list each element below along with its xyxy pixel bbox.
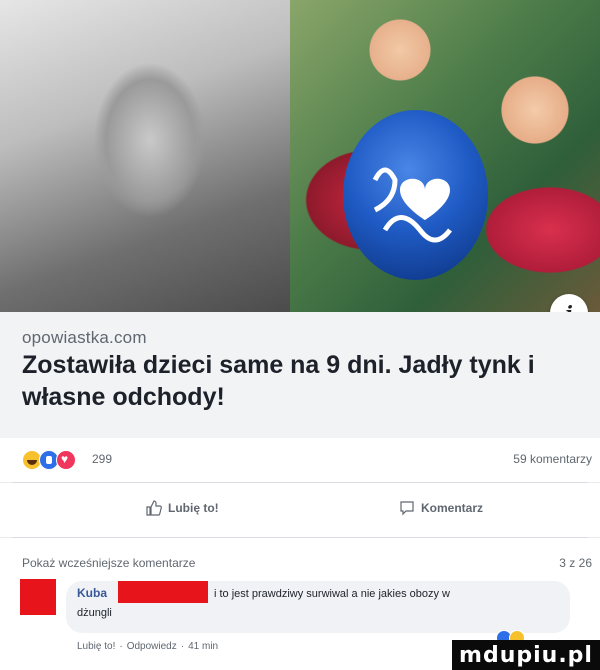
meta-separator: · bbox=[180, 641, 185, 652]
comments-page-count: 3 z 26 bbox=[559, 556, 592, 570]
comment-time[interactable]: 41 min bbox=[188, 641, 218, 652]
reaction-count[interactable]: 299 bbox=[92, 452, 112, 466]
post-headline[interactable]: Zostawiła dzieci same na 9 dni. Jadły ty… bbox=[22, 349, 582, 413]
watermark-logo: mdupiu.pl bbox=[452, 640, 600, 670]
comment-bubble-icon bbox=[400, 501, 414, 516]
balloon-heart-graphic bbox=[372, 167, 452, 243]
comments-count-link[interactable]: 59 komentarzy bbox=[513, 452, 592, 466]
like-button-label: Lubię to! bbox=[168, 501, 219, 515]
love-icon bbox=[56, 450, 76, 470]
post-photo[interactable] bbox=[0, 0, 600, 312]
comment-text-line1: i to jest prawdziwy surwiwal a nie jakie… bbox=[214, 588, 450, 600]
photo-mother bbox=[0, 0, 300, 312]
comment-like-link[interactable]: Lubię to! bbox=[77, 641, 115, 652]
like-button[interactable]: Lubię to! bbox=[146, 500, 219, 516]
source-domain: opowiastka.com bbox=[22, 328, 147, 347]
thumbs-up-icon bbox=[146, 500, 162, 516]
reaction-icons[interactable] bbox=[22, 450, 76, 470]
redaction-bar bbox=[118, 581, 208, 603]
show-previous-comments-link[interactable]: Pokaż wcześniejsze komentarze bbox=[22, 556, 195, 570]
comment-author[interactable]: Kuba bbox=[77, 586, 107, 600]
comment-text-line2: dżungli bbox=[77, 607, 112, 619]
comment-reply-link[interactable]: Odpowiedz bbox=[127, 641, 177, 652]
comment-button-label: Komentarz bbox=[421, 501, 484, 515]
comment-meta: Lubię to! · Odpowiedz · 41 min bbox=[77, 641, 218, 652]
reactions-bar: 299 59 komentarzy bbox=[0, 438, 600, 482]
avatar[interactable] bbox=[20, 579, 56, 615]
actions-bar: Lubię to! Komentarz bbox=[0, 483, 600, 537]
meta-separator: · bbox=[119, 641, 123, 652]
comment-button[interactable]: Komentarz bbox=[399, 500, 483, 516]
